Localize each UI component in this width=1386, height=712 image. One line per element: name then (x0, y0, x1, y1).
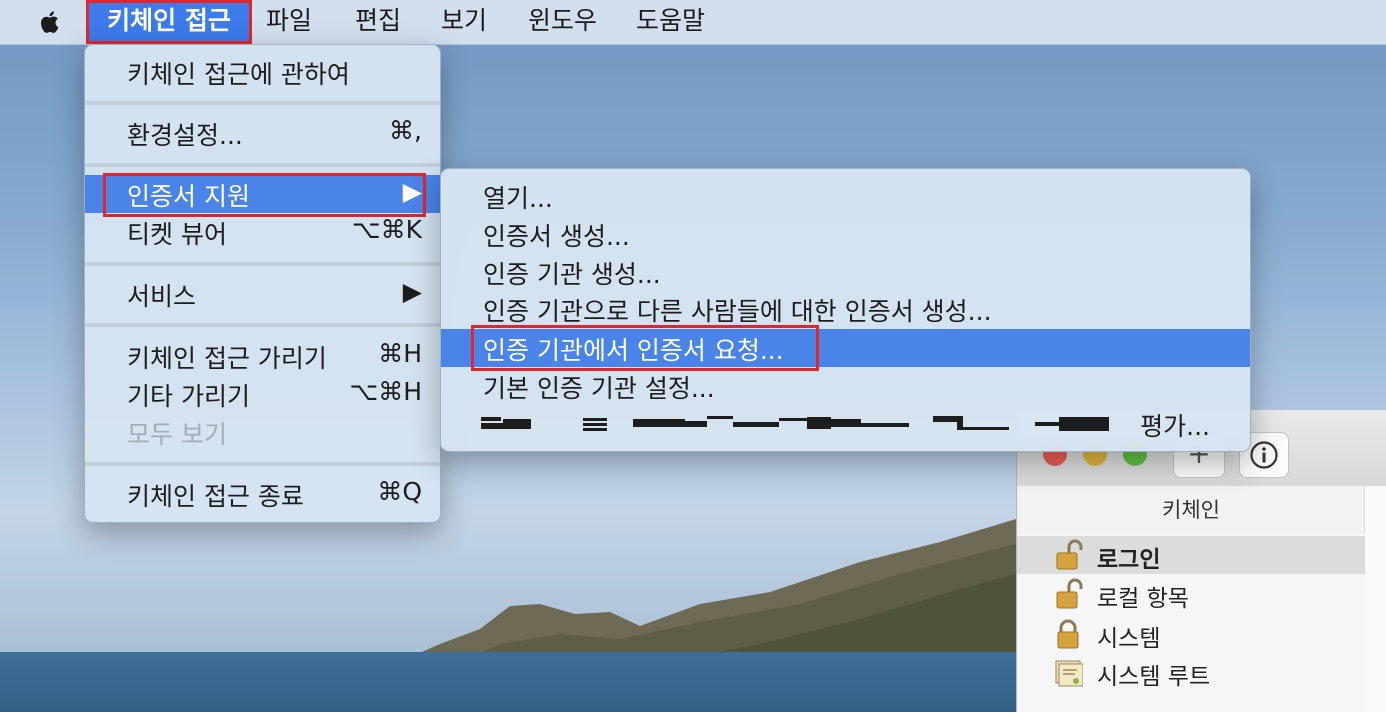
menu-item-label: 인증 기관 생성... (483, 260, 661, 289)
keychains-column-header: 키체인 (1017, 486, 1365, 535)
submenu-arrow-icon: ▶ (402, 277, 422, 306)
info-icon (1250, 441, 1278, 469)
menu-item-show-all: 모두 보기 (85, 413, 440, 451)
shortcut-label: ⌥⌘H (349, 377, 422, 406)
menu-item-label: 티켓 뷰어 (127, 220, 227, 249)
menu-item-label: 서비스 (127, 282, 197, 311)
menu-item-create-certificate-authority[interactable]: 인증 기관 생성... (441, 253, 1250, 291)
menubar-file[interactable]: 파일 (266, 0, 312, 44)
menu-item-label: 환경설정... (127, 121, 243, 150)
certificate-icon (1055, 660, 1083, 687)
menu-item-label: 인증서 생성... (483, 222, 630, 251)
certificate-assistant-submenu: 열기... 인증서 생성... 인증 기관 생성... 인증 기관으로 다른 사… (440, 168, 1251, 452)
menubar-window[interactable]: 윈도우 (528, 0, 597, 44)
menu-item-label: 기본 인증 기관 설정... (483, 374, 715, 403)
menu-item-label: 모두 보기 (127, 420, 227, 449)
menu-item-ticket-viewer[interactable]: 티켓 뷰어 ⌥⌘K (85, 213, 440, 251)
keychain-item-label: 시스템 (1097, 626, 1161, 652)
menubar-help[interactable]: 도움말 (636, 0, 705, 44)
shortcut-label: ⌘H (378, 339, 422, 368)
keychain-item-label: 로그인 (1097, 547, 1161, 573)
menu-item-set-default-ca[interactable]: 기본 인증 기관 설정... (441, 367, 1250, 405)
shortcut-label: ⌥⌘K (351, 215, 422, 244)
menubar-edit[interactable]: 편집 (355, 0, 401, 44)
highlight-annotation-box (103, 173, 426, 217)
menu-separator (85, 163, 440, 167)
menu-separator (85, 262, 440, 266)
menu-item-label: 키체인 접근 종료 (127, 482, 304, 511)
menu-item-hide-keychain-access[interactable]: 키체인 접근 가리기 ⌘H (85, 337, 440, 375)
shortcut-label: ⌘Q (377, 477, 422, 506)
locked-padlock-icon (1057, 619, 1079, 649)
keychain-item-local-items[interactable]: 로컬 항목 (1017, 575, 1365, 613)
menu-item-label: 키체인 접근에 관하여 (127, 60, 350, 89)
menu-item-quit[interactable]: 키체인 접근 종료 ⌘Q (85, 475, 440, 513)
shortcut-label: ⌘, (389, 116, 422, 145)
app-menu-dropdown: 키체인 접근에 관하여 환경설정... ⌘, 인증서 지원 ▶ 티켓 뷰어 ⌥⌘… (84, 44, 441, 523)
menu-bar: 키체인 접근 파일 편집 보기 윈도우 도움말 (0, 0, 1386, 45)
menu-item-label: 평가... (1140, 412, 1210, 441)
apple-logo-icon[interactable] (36, 8, 64, 36)
keychain-item-system[interactable]: 시스템 (1017, 615, 1365, 653)
unlocked-padlock-icon (1056, 539, 1083, 570)
menu-item-evaluate[interactable]: 평가... (441, 405, 1250, 443)
menu-item-services[interactable]: 서비스 ▶ (85, 275, 440, 313)
keychain-item-label: 시스템 루트 (1097, 664, 1211, 690)
menubar-app-menu-keychain-access[interactable]: 키체인 접근 (86, 0, 252, 44)
menu-item-label: 기타 가리기 (127, 382, 250, 411)
menu-item-label: 열기... (483, 184, 553, 213)
scrollbar[interactable] (1364, 486, 1386, 712)
keychain-list: 로그인 로컬 항목 시스템 시스템 루트 (1017, 534, 1365, 712)
menu-separator (85, 101, 440, 105)
menu-item-hide-others[interactable]: 기타 가리기 ⌥⌘H (85, 375, 440, 413)
menu-item-label: 인증 기관으로 다른 사람들에 대한 인증서 생성... (483, 297, 992, 326)
garbled-menu-text-glitch (481, 416, 1109, 431)
menu-item-create-certificate[interactable]: 인증서 생성... (441, 215, 1250, 253)
menu-item-about[interactable]: 키체인 접근에 관하여 (85, 53, 440, 91)
keychain-item-label: 로컬 항목 (1097, 586, 1189, 612)
keychain-access-window: + 키체인 로그인 로컬 항목 시스템 시스템 루트 (1016, 410, 1386, 712)
menubar-view[interactable]: 보기 (441, 0, 487, 44)
highlight-annotation-box (471, 325, 819, 371)
unlocked-padlock-icon (1056, 578, 1083, 609)
menu-item-preferences[interactable]: 환경설정... ⌘, (85, 114, 440, 152)
keychain-item-system-roots[interactable]: 시스템 루트 (1017, 653, 1365, 691)
keychain-item-login[interactable]: 로그인 (1017, 536, 1365, 574)
menu-item-create-cert-for-others[interactable]: 인증 기관으로 다른 사람들에 대한 인증서 생성... (441, 290, 1250, 328)
menu-item-open[interactable]: 열기... (441, 177, 1250, 215)
menu-separator (85, 323, 440, 327)
menu-item-label: 키체인 접근 가리기 (127, 344, 327, 373)
menu-separator (85, 462, 440, 466)
